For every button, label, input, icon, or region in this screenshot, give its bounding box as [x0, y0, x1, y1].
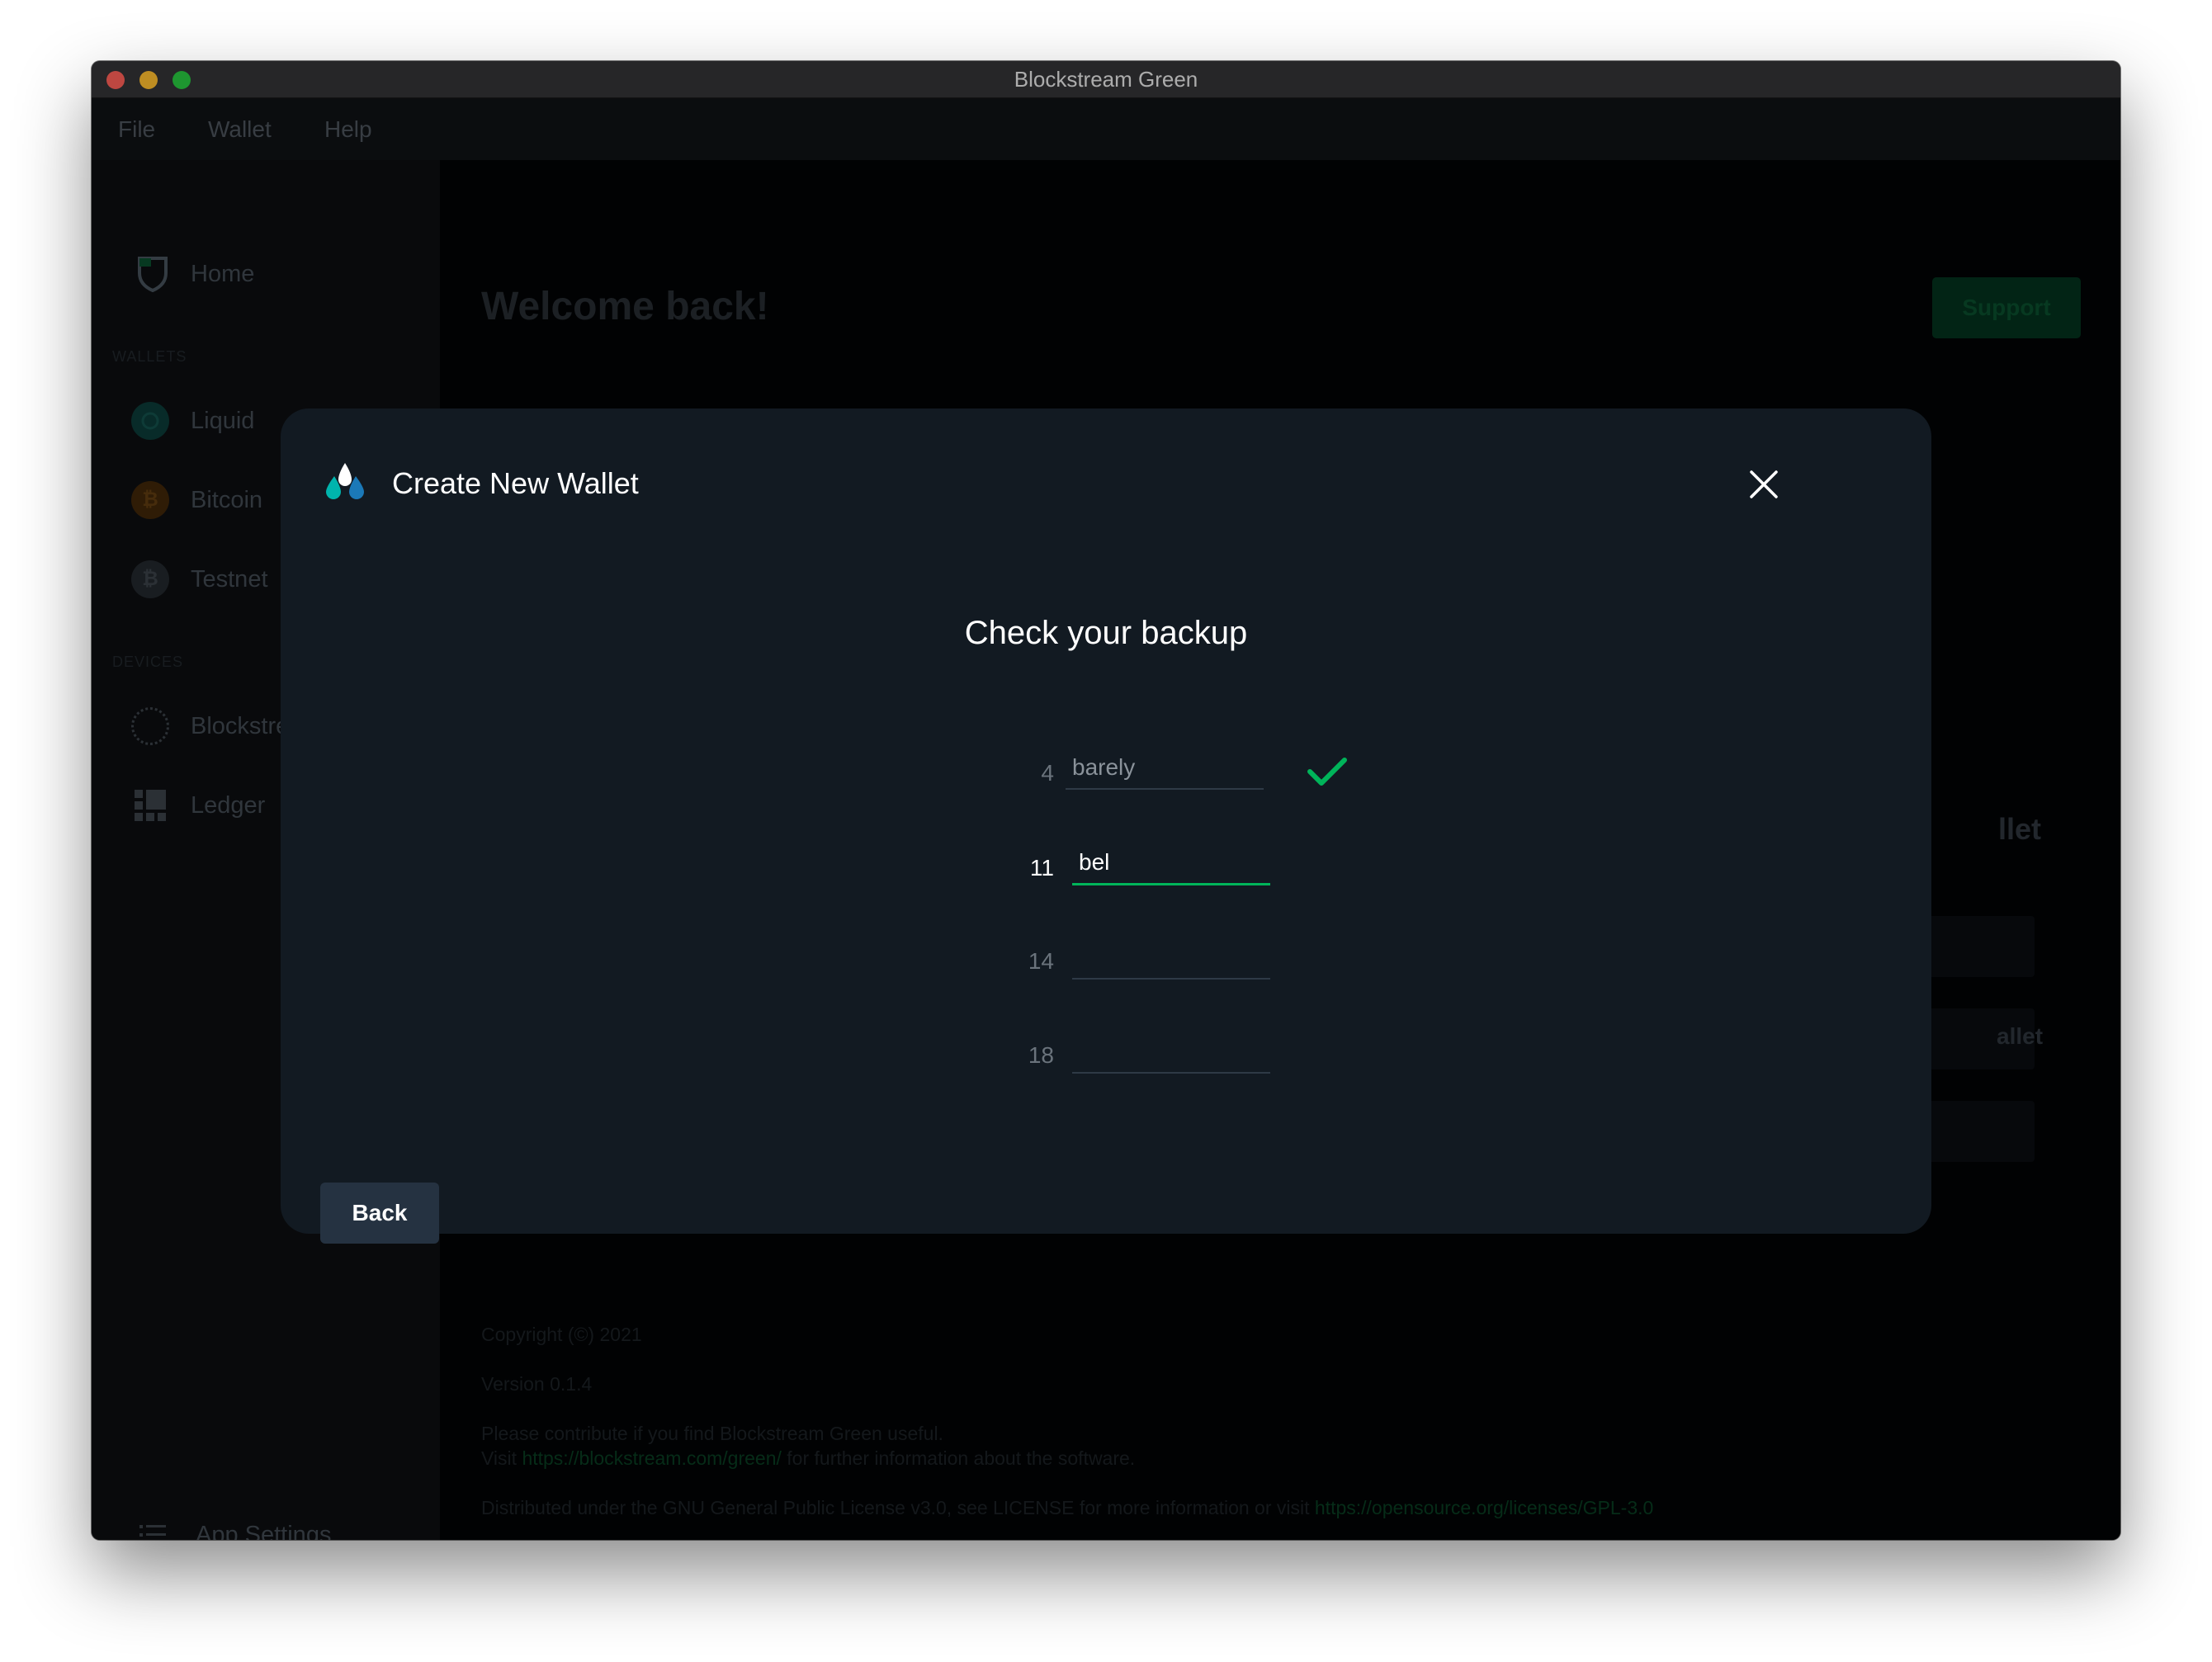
word-row-11: 11: [1021, 842, 1351, 891]
blockstream-green-logo-icon: [324, 461, 366, 501]
app-window: Blockstream Green File Wallet Help Home …: [92, 61, 2120, 1540]
dialog-title: Create New Wallet: [392, 466, 639, 500]
word-number: 11: [1029, 855, 1054, 881]
back-button[interactable]: Back: [320, 1183, 439, 1244]
word-input-14[interactable]: [1072, 937, 1270, 980]
word-number: 4: [1041, 760, 1054, 786]
check-backup-heading: Check your backup: [964, 615, 1248, 651]
word-input-18[interactable]: [1072, 1031, 1270, 1074]
word-input-11[interactable]: [1072, 842, 1270, 885]
word-number: 18: [1028, 1042, 1054, 1068]
word-number: 14: [1028, 948, 1054, 974]
checkmark-icon: [1307, 755, 1348, 792]
close-icon[interactable]: [1747, 468, 1780, 501]
word-input-4[interactable]: [1066, 747, 1264, 790]
word-row-14: 14: [1021, 937, 1351, 986]
create-wallet-dialog: Create New Wallet Check your backup 4 11…: [281, 408, 1931, 1244]
word-row-18: 18: [1021, 1031, 1351, 1080]
word-row-4: 4: [1021, 747, 1351, 796]
